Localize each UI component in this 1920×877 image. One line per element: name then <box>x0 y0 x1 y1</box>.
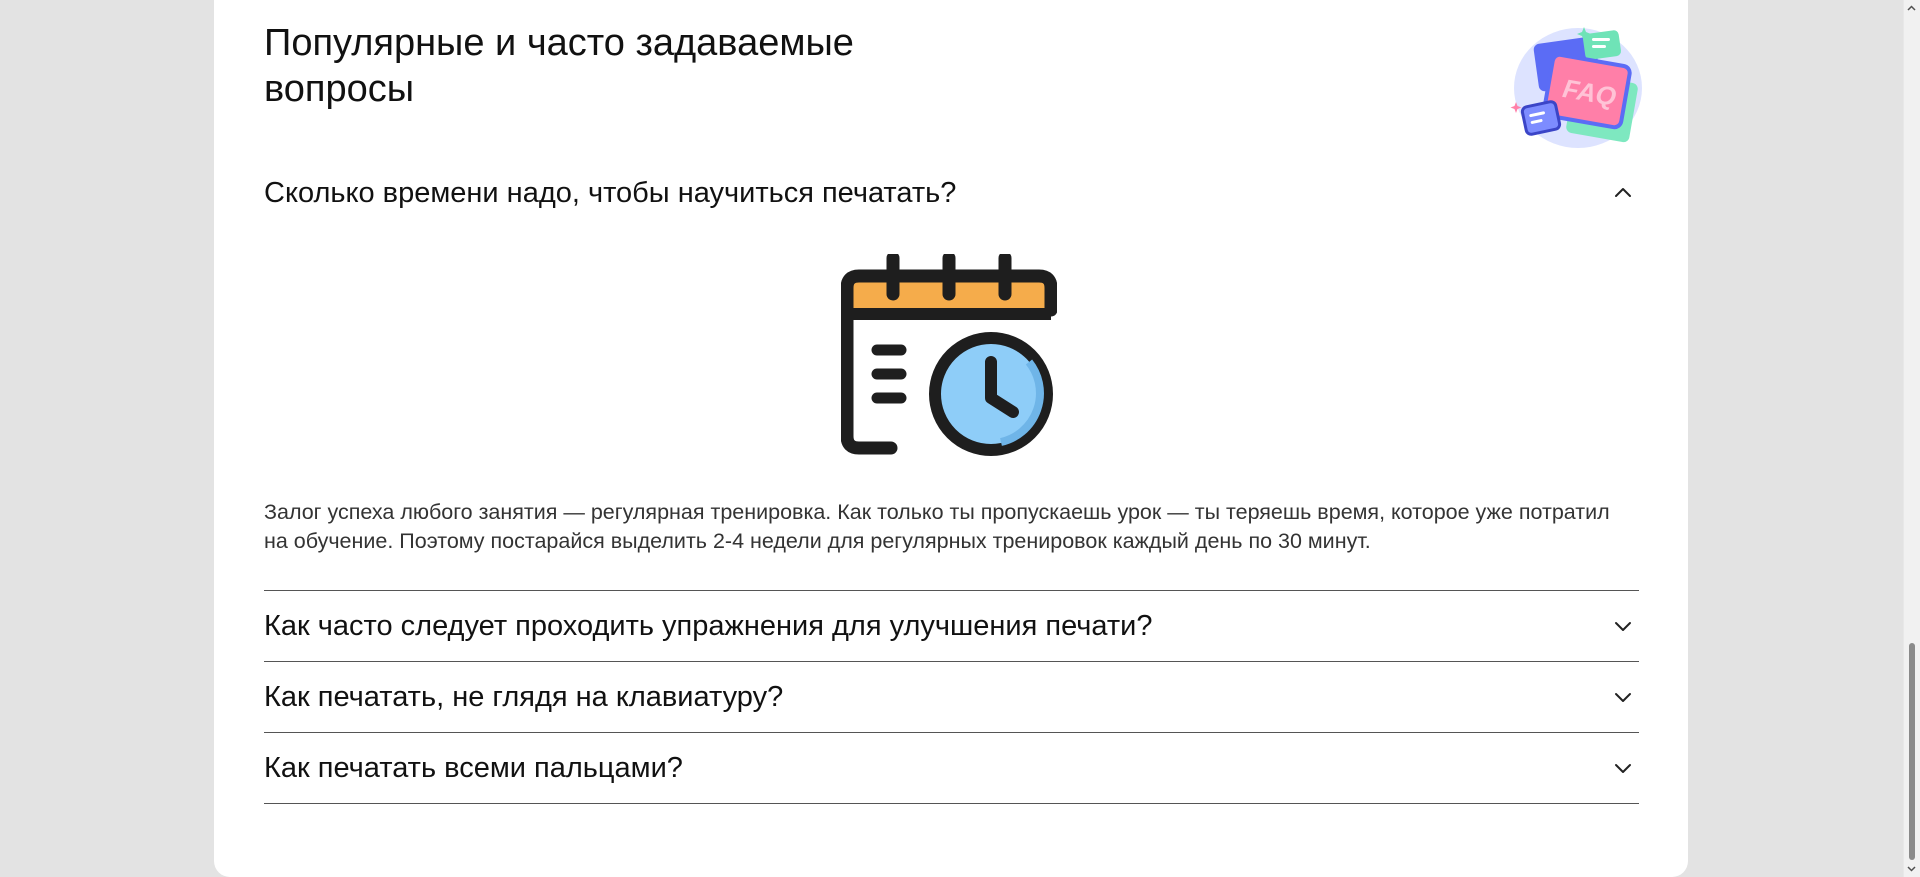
chevron-down-icon[interactable] <box>1613 616 1633 636</box>
chevron-down-icon[interactable] <box>1613 758 1633 778</box>
faq-question-text: Сколько времени надо, чтобы научиться пе… <box>264 177 957 209</box>
faq-answer-text: Залог успеха любого занятия — регулярная… <box>264 500 1610 553</box>
faq-question-toggle[interactable]: Как печатать, не глядя на клавиатуру? <box>264 662 1639 732</box>
faq-item-all-fingers: Как печатать всеми пальцами? <box>264 733 1639 803</box>
faq-question-toggle[interactable]: Как часто следует проходить упражнения д… <box>264 591 1639 661</box>
faq-chat-bubbles-icon: FAQ <box>1510 27 1642 148</box>
faq-title: Популярные и часто задаваемые вопросы <box>264 22 854 110</box>
faq-divider <box>264 803 1639 804</box>
page: Популярные и часто задаваемые вопросы FA… <box>0 0 1920 877</box>
faq-item-touch-typing: Как печатать, не глядя на клавиатуру? <box>264 662 1639 732</box>
chevron-up-icon[interactable] <box>1613 183 1633 203</box>
chevron-down-icon[interactable] <box>1613 687 1633 707</box>
faq-item-learning-time: Сколько времени надо, чтобы научиться пе… <box>264 158 1639 553</box>
faq-question-toggle[interactable]: Как печатать всеми пальцами? <box>264 733 1639 803</box>
calendar-clock-icon <box>841 254 1057 456</box>
scroll-up-arrow-icon[interactable] <box>1905 2 1918 15</box>
faq-question-toggle[interactable]: Сколько времени надо, чтобы научиться пе… <box>264 158 1639 228</box>
faq-question-text: Как печатать, не глядя на клавиатуру? <box>264 681 784 713</box>
faq-question-text: Как часто следует проходить упражнения д… <box>264 610 1153 642</box>
faq-question-text: Как печатать всеми пальцами? <box>264 752 683 784</box>
scrollbar-thumb[interactable] <box>1909 643 1915 860</box>
scroll-down-arrow-icon[interactable] <box>1905 862 1918 875</box>
faq-item-practice-frequency: Как часто следует проходить упражнения д… <box>264 591 1639 661</box>
